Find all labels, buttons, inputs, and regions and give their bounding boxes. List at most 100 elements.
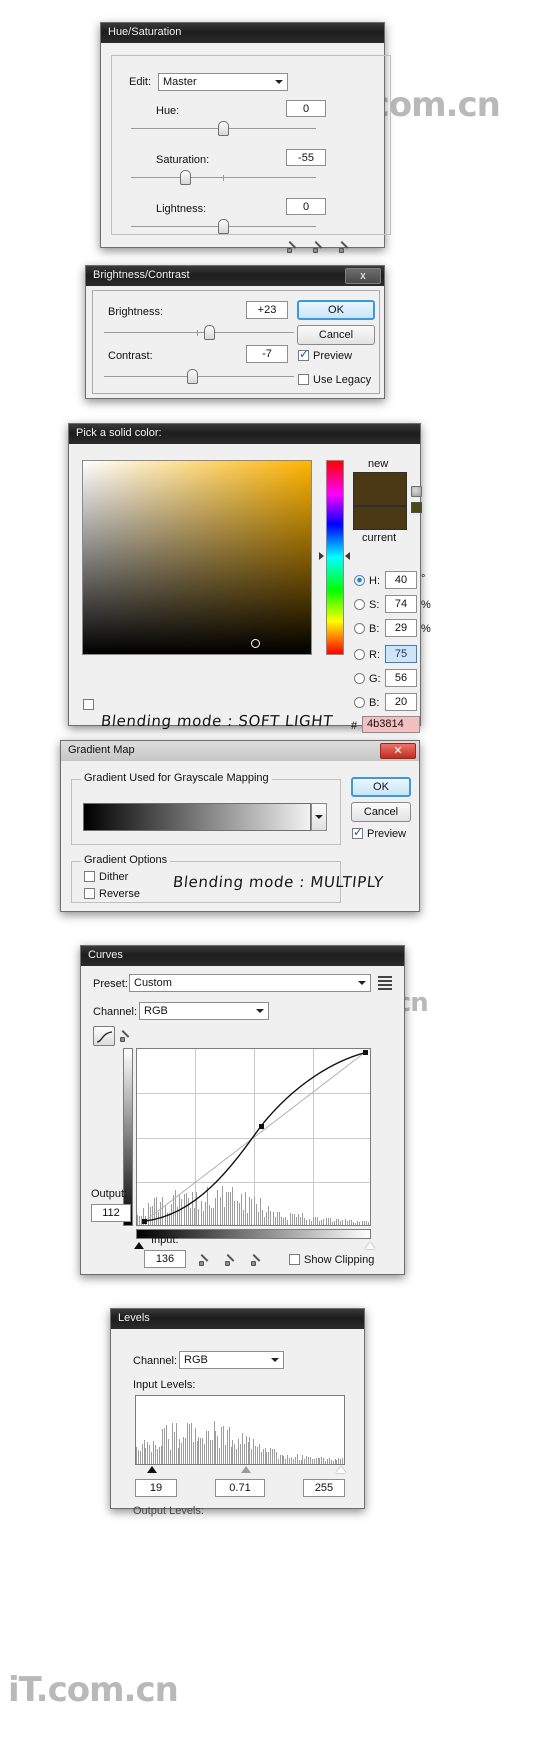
eyedropper-icon[interactable] <box>287 239 301 253</box>
hue-slider[interactable] <box>131 121 316 136</box>
saturation-value-field[interactable]: -55 <box>286 149 326 166</box>
levels-highlight-field[interactable]: 255 <box>303 1479 345 1497</box>
eyedropper-add-icon[interactable] <box>313 239 327 253</box>
gradient-preview[interactable] <box>83 803 311 831</box>
hue-saturation-body: Edit: Master Hue: 0 Saturation: -55 Ligh… <box>101 43 391 253</box>
contrast-value-field[interactable]: -7 <box>246 345 288 363</box>
rgb-r-field[interactable]: 75 <box>385 645 417 663</box>
brightness-contrast-title: Brightness/Contrast <box>93 269 190 281</box>
reverse-checkbox[interactable] <box>84 888 95 899</box>
brightness-slider[interactable] <box>104 325 294 340</box>
levels-channel-value: RGB <box>184 1354 208 1366</box>
ok-button[interactable]: OK <box>297 300 375 320</box>
gradient-map-title: Gradient Map <box>68 744 135 756</box>
saturation-slider-thumb[interactable] <box>180 170 191 185</box>
eyedropper-subtract-icon[interactable] <box>339 239 353 253</box>
lightness-slider-thumb[interactable] <box>218 219 229 234</box>
brightness-contrast-body: Brightness: +23 Contrast: -7 OK Cancel P… <box>86 286 384 398</box>
contrast-label: Contrast: <box>108 350 153 362</box>
preset-combobox-value: Custom <box>134 977 172 989</box>
preset-combobox[interactable]: Custom <box>129 974 371 992</box>
color-picker-title: Pick a solid color: <box>76 427 162 439</box>
saturation-value-field-area[interactable] <box>82 460 312 655</box>
show-clipping-checkbox[interactable] <box>289 1254 300 1265</box>
use-legacy-checkbox[interactable] <box>298 374 309 385</box>
levels-shadow-field[interactable]: 19 <box>135 1479 177 1497</box>
curves-graph[interactable] <box>136 1048 371 1226</box>
input-black-marker[interactable] <box>134 1242 144 1249</box>
out-of-gamut-icon[interactable] <box>411 486 422 497</box>
brightness-value-field[interactable]: +23 <box>246 301 288 319</box>
rgb-r-radio[interactable] <box>354 649 365 660</box>
gradient-map-titlebar: Gradient Map ✕ <box>61 741 419 761</box>
dither-checkbox[interactable] <box>84 871 95 882</box>
chevron-down-icon <box>256 1009 264 1013</box>
hsb-b-radio[interactable] <box>354 623 365 634</box>
curve-point[interactable] <box>259 1124 264 1129</box>
levels-highlight-marker[interactable] <box>336 1466 346 1473</box>
hue-strip[interactable] <box>326 460 344 655</box>
web-safe-swatch-icon[interactable] <box>411 502 422 513</box>
rgb-g-label: G: <box>369 673 381 685</box>
brightness-slider-thumb[interactable] <box>204 325 215 340</box>
hsb-h-radio[interactable] <box>354 575 365 586</box>
output-label: Output: <box>91 1188 128 1200</box>
eyedropper-white-icon[interactable] <box>251 1252 265 1266</box>
color-picker-titlebar: Pick a solid color: <box>69 424 420 444</box>
saturation-slider[interactable] <box>131 170 316 185</box>
hsb-h-field[interactable]: 40 <box>385 571 417 589</box>
hsb-s-radio[interactable] <box>354 599 365 610</box>
curve-tool-button[interactable] <box>93 1026 115 1046</box>
edit-combobox[interactable]: Master <box>158 73 288 91</box>
eyedropper-gray-icon[interactable] <box>225 1252 239 1266</box>
rgb-b-field[interactable]: 20 <box>385 693 417 711</box>
hue-slider-thumb[interactable] <box>218 121 229 136</box>
sv-cursor-ring[interactable] <box>251 639 260 648</box>
eyedropper-black-icon[interactable] <box>199 1252 213 1266</box>
hsb-s-field[interactable]: 74 <box>385 595 417 613</box>
gradient-map-body: Gradient Used for Grayscale Mapping Grad… <box>61 761 419 911</box>
hsb-s-label: S: <box>369 599 380 611</box>
ok-button[interactable]: OK <box>351 777 411 797</box>
output-levels-label: Output Levels: <box>133 1505 204 1517</box>
pencil-curve-icon[interactable] <box>120 1028 134 1042</box>
close-icon[interactable]: x <box>345 268 381 284</box>
levels-shadow-marker[interactable] <box>147 1466 157 1473</box>
curve-point[interactable] <box>142 1219 147 1224</box>
cancel-button[interactable]: Cancel <box>351 802 411 822</box>
curve-point[interactable] <box>363 1050 368 1055</box>
preview-checkbox[interactable] <box>298 347 309 361</box>
new-color-swatch <box>353 472 407 506</box>
lightness-slider[interactable] <box>131 219 316 234</box>
output-field[interactable]: 112 <box>91 1204 131 1222</box>
curves-dialog: Curves Preset: Custom Channel: RGB Outpu… <box>80 945 405 1275</box>
rgb-g-field[interactable]: 56 <box>385 669 417 687</box>
lightness-value-field[interactable]: 0 <box>286 198 326 215</box>
dither-label: Dither <box>99 871 129 883</box>
levels-channel-combobox[interactable]: RGB <box>179 1351 284 1369</box>
preset-menu-icon[interactable] <box>378 976 392 990</box>
only-web-colors-checkbox[interactable] <box>83 699 94 710</box>
channel-combobox[interactable]: RGB <box>139 1002 269 1020</box>
rgb-g-radio[interactable] <box>354 673 365 684</box>
rgb-b-radio[interactable] <box>354 697 365 708</box>
brightness-label: Brightness: <box>108 306 164 318</box>
hex-field[interactable]: 4b3814 <box>362 716 420 733</box>
contrast-slider[interactable] <box>104 369 294 384</box>
input-field[interactable]: 136 <box>144 1250 186 1268</box>
levels-midtone-field[interactable]: 0.71 <box>215 1479 265 1497</box>
curves-titlebar: Curves <box>81 946 404 966</box>
contrast-slider-thumb[interactable] <box>187 369 198 384</box>
cancel-button[interactable]: Cancel <box>297 325 375 345</box>
levels-channel-label: Channel: <box>133 1355 178 1367</box>
preview-checkbox[interactable] <box>352 825 363 839</box>
chevron-down-icon <box>271 1358 279 1362</box>
input-white-marker[interactable] <box>365 1242 375 1249</box>
contrast-slider-track <box>104 376 294 377</box>
chevron-down-icon <box>315 815 323 819</box>
hue-value-field[interactable]: 0 <box>286 100 326 117</box>
close-icon[interactable]: ✕ <box>380 743 416 759</box>
levels-midtone-marker[interactable] <box>241 1466 251 1473</box>
current-color-swatch[interactable] <box>353 506 407 530</box>
hsb-b-field[interactable]: 29 <box>385 619 417 637</box>
